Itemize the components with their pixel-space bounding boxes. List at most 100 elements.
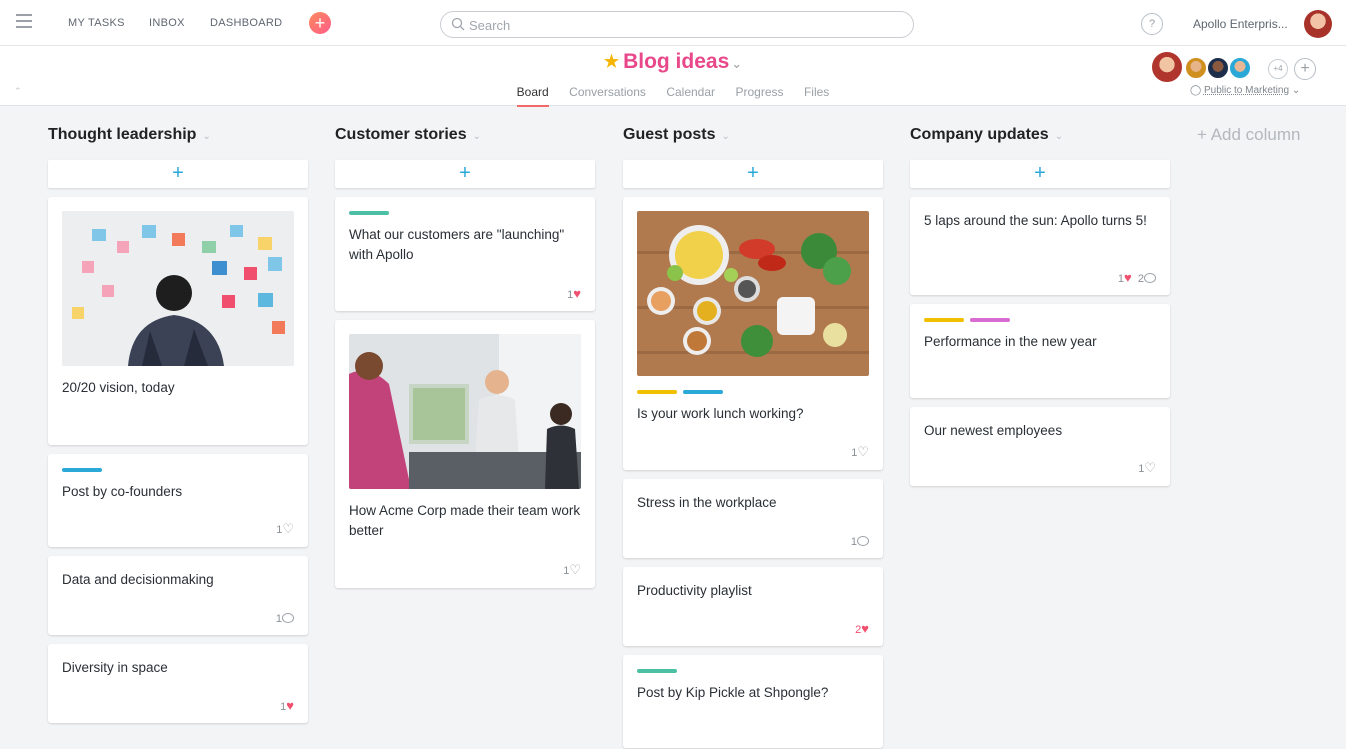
like-count[interactable]: 1♡ [851, 444, 869, 460]
task-card[interactable]: Is your work lunch working? 1♡ [623, 197, 883, 470]
help-icon[interactable]: ? [1141, 13, 1163, 35]
board-column: Company updates ⌄ + 5 laps around the sun… [910, 124, 1170, 495]
task-card[interactable]: How Acme Corp made their team work bette… [335, 320, 595, 588]
heart-outline-icon: ♡ [857, 444, 869, 459]
board-column: Guest posts ⌄ + Is your work lunch workin… [623, 124, 883, 749]
add-member-icon[interactable]: + [1294, 58, 1316, 80]
add-task-button[interactable]: + [335, 160, 595, 188]
task-card[interactable]: Diversity in space 1♥ [48, 644, 308, 723]
heart-outline-icon: ♡ [282, 521, 294, 536]
search-icon [451, 17, 465, 31]
nav-dashboard[interactable]: DASHBOARD [210, 17, 282, 29]
column-header[interactable]: Thought leadership ⌄ [48, 124, 308, 150]
tab-files[interactable]: Files [804, 85, 829, 105]
food-ingredients-photo [637, 211, 869, 376]
comment-icon [1144, 273, 1156, 283]
tag-teal [349, 211, 389, 215]
add-task-button[interactable]: + [910, 160, 1170, 188]
column-header[interactable]: Company updates ⌄ [910, 124, 1170, 150]
chevron-down-icon[interactable]: ⌄ [202, 131, 210, 142]
tab-progress[interactable]: Progress [735, 85, 783, 105]
chevron-down-icon[interactable]: ⌄ [473, 131, 481, 142]
column-title: Guest posts [623, 126, 716, 143]
like-count[interactable]: 1♥ [280, 698, 294, 713]
office-meeting-image [349, 334, 581, 489]
column-header[interactable]: Customer stories ⌄ [335, 124, 595, 150]
task-title: Our newest employees [924, 423, 1063, 438]
add-task-button[interactable]: + [48, 160, 308, 188]
task-card[interactable]: 20/20 vision, today [48, 197, 308, 445]
task-card[interactable]: Post by Kip Pickle at Shpongle? [623, 655, 883, 748]
task-card[interactable]: What our customers are "launching" with … [335, 197, 595, 311]
task-title: 5 laps around the sun: Apollo turns 5! [924, 213, 1147, 228]
project-title-text: Blog ideas [623, 50, 730, 73]
nav-my-tasks[interactable]: MY TASKS [68, 17, 125, 29]
hamburger-menu-icon[interactable] [16, 14, 36, 32]
sticky-notes-photo [62, 211, 294, 366]
task-title: What our customers are "launching" with … [349, 227, 565, 262]
add-task-button[interactable]: + [623, 160, 883, 188]
tab-conversations[interactable]: Conversations [569, 85, 646, 105]
privacy-setting[interactable]: ◯ Public to Marketing ⌄ [1190, 85, 1300, 96]
heart-outline-icon: ♡ [569, 562, 581, 577]
task-card[interactable]: Post by co-founders 1♡ [48, 454, 308, 547]
comment-count[interactable]: 1 [276, 613, 294, 625]
nav-inbox[interactable]: INBOX [149, 17, 185, 29]
chevron-down-icon: ⌄ [731, 56, 743, 71]
chevron-down-icon[interactable]: ⌄ [721, 131, 729, 142]
privacy-label: Public to Marketing [1203, 85, 1290, 96]
like-count[interactable]: 1♡ [563, 562, 581, 578]
search-input[interactable] [469, 16, 889, 34]
task-card[interactable]: Stress in the workplace 1 [623, 479, 883, 558]
column-title: Customer stories [335, 126, 467, 143]
add-column-button[interactable]: + Add column [1197, 125, 1301, 145]
chevron-down-icon[interactable]: ⌄ [1055, 131, 1063, 142]
organization-switcher[interactable]: Apollo Enterpris... [1193, 17, 1288, 31]
tag-teal [637, 669, 677, 673]
comment-icon [857, 536, 869, 546]
column-header[interactable]: Guest posts ⌄ [623, 124, 883, 150]
like-count[interactable]: 2♥ [855, 621, 869, 636]
tag-pink [970, 318, 1010, 322]
task-card[interactable]: Productivity playlist 2♥ [623, 567, 883, 646]
heart-filled-icon: ♥ [573, 286, 581, 301]
like-count[interactable]: 1♡ [1138, 460, 1156, 476]
task-card[interactable]: Data and decisionmaking 1 [48, 556, 308, 635]
tag-blue [62, 468, 102, 472]
tab-calendar[interactable]: Calendar [666, 85, 715, 105]
star-icon[interactable]: ★ [604, 52, 619, 71]
tab-board[interactable]: Board [516, 85, 549, 107]
member-avatar[interactable] [1184, 56, 1208, 80]
tag-yellow [924, 318, 964, 322]
task-card[interactable]: 5 laps around the sun: Apollo turns 5! 1… [910, 197, 1170, 295]
project-header: ⌃ ★ Blog ideas ⌄ Board Conversations Calen… [0, 46, 1346, 107]
project-title[interactable]: ★ Blog ideas ⌄ [604, 50, 742, 74]
tag-blue [683, 390, 723, 394]
search-bar[interactable] [440, 11, 914, 38]
task-title: Post by Kip Pickle at Shpongle? [637, 685, 829, 700]
task-title: Diversity in space [62, 660, 168, 675]
member-avatar[interactable] [1150, 50, 1184, 84]
task-title: Post by co-founders [62, 484, 183, 499]
food-ingredients-image [637, 211, 869, 376]
task-title: Is your work lunch working? [637, 406, 804, 421]
board-column: Customer stories ⌄ + What our customers a… [335, 124, 595, 597]
task-card[interactable]: Our newest employees 1♡ [910, 407, 1170, 486]
card-stats[interactable]: 1♥ 2 [1118, 270, 1156, 285]
quick-add-plus-icon[interactable]: + [309, 12, 331, 34]
board-column: Thought leadership ⌄ + 20/20 vision, toda… [48, 124, 308, 732]
chevron-down-icon: ⌄ [1291, 85, 1301, 96]
person-icon: ◯ [1190, 85, 1202, 96]
like-count[interactable]: 1♥ [567, 286, 581, 301]
task-card[interactable]: Performance in the new year [910, 304, 1170, 398]
member-avatar[interactable] [1206, 56, 1230, 80]
extra-members-count[interactable]: +4 [1268, 59, 1288, 79]
comment-count[interactable]: 1 [851, 536, 869, 548]
tag-yellow [637, 390, 677, 394]
heart-filled-icon: ♥ [861, 621, 869, 636]
user-avatar[interactable] [1304, 10, 1332, 38]
member-avatar[interactable] [1228, 56, 1252, 80]
like-count[interactable]: 1♡ [276, 521, 294, 537]
sticky-notes-image [62, 211, 294, 366]
office-meeting-photo [349, 334, 581, 489]
